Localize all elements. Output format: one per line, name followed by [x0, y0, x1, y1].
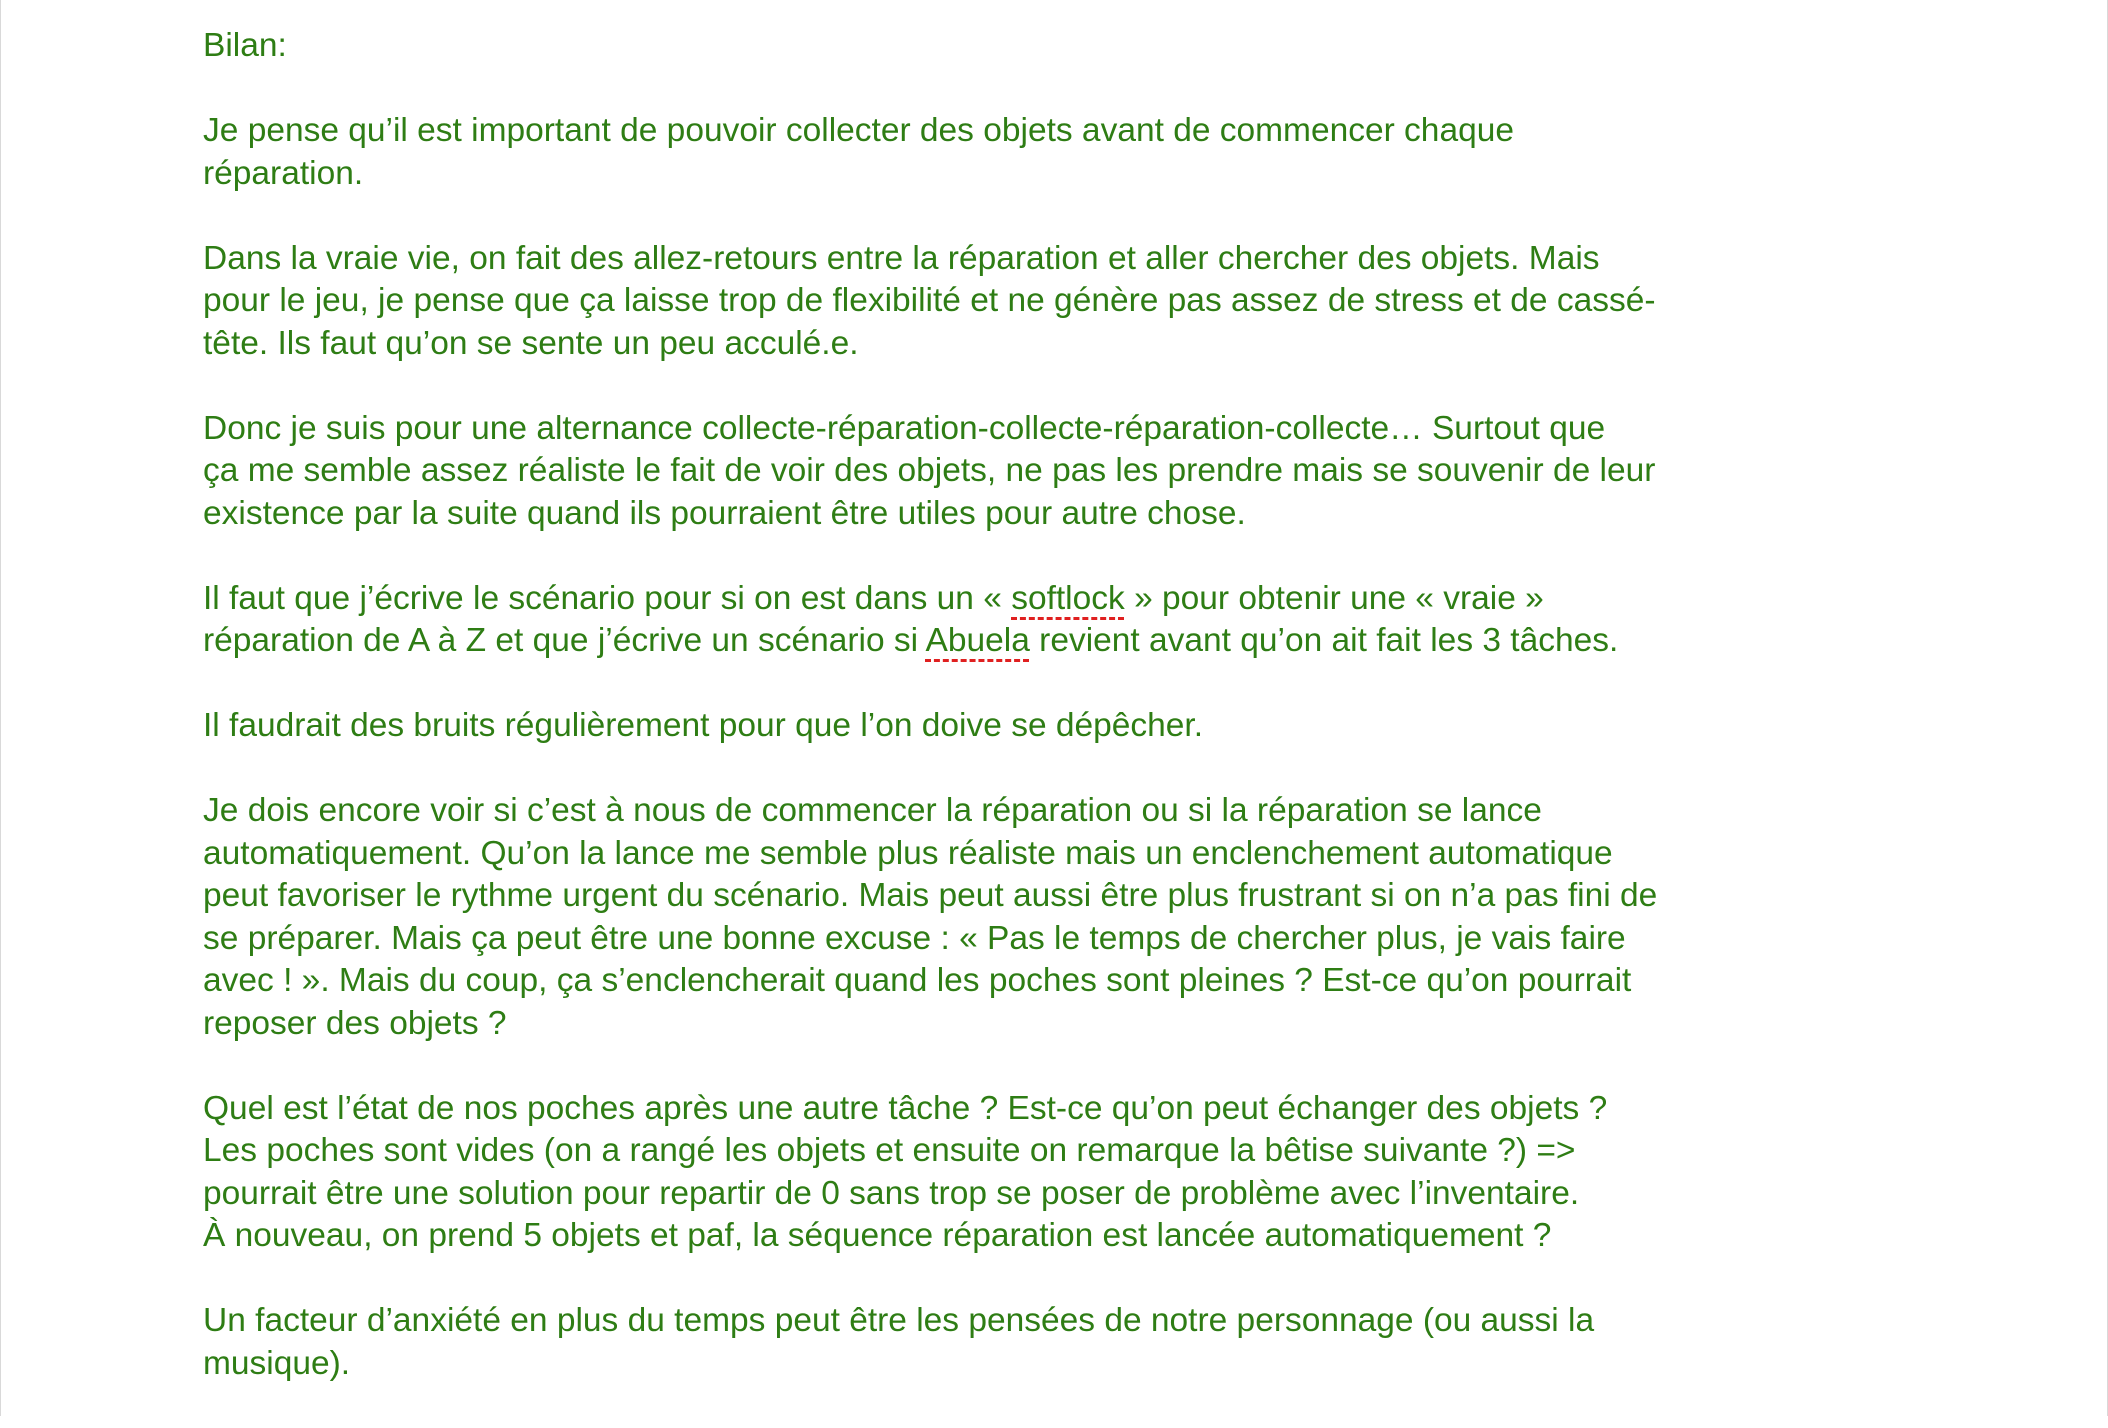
text-line: réparation de A à Z et que j’écrive un s…: [203, 622, 1619, 659]
paragraph-pockets: Quel est l’état de nos poches après une …: [203, 1088, 1933, 1258]
text-line: Il faudrait des bruits régulièrement pou…: [203, 707, 1204, 744]
paragraph-real-life: Dans la vraie vie, on fait des allez-ret…: [203, 238, 1933, 366]
text-line: réparation.: [203, 154, 364, 192]
text-line: ça me semble assez réaliste le fait de v…: [203, 452, 1656, 489]
text-line: tête. Ils faut qu’on se sente un peu acc…: [203, 324, 859, 362]
text-line: reposer des objets ?: [203, 1004, 507, 1042]
text-line: Quel est l’état de nos poches après une …: [203, 1089, 1608, 1127]
document-title: Bilan:: [203, 27, 287, 64]
spellcheck-flagged-word[interactable]: softlock: [1011, 580, 1125, 617]
document-page: Bilan: Je pense qu’il est important de p…: [0, 0, 2108, 1416]
text-line: À nouveau, on prend 5 objets et paf, la …: [203, 1217, 1552, 1254]
paragraph-anxiety: Un facteur d’anxiété en plus du temps pe…: [203, 1300, 1933, 1385]
text-line: musique).: [203, 1344, 351, 1382]
paragraph-scenario: Il faut que j’écrive le scénario pour si…: [203, 578, 1933, 663]
text-line: pour le jeu, je pense que ça laisse trop…: [203, 282, 1656, 319]
text-line: pourrait être une solution pour repartir…: [203, 1174, 1580, 1212]
spellcheck-flagged-word[interactable]: Abuela: [926, 622, 1030, 659]
document-body[interactable]: Bilan: Je pense qu’il est important de p…: [203, 25, 1933, 1428]
text-line: Donc je suis pour une alternance collect…: [203, 409, 1606, 447]
text-line: avec ! ». Mais du coup, ça s’enclenchera…: [203, 962, 1632, 999]
paragraph-repair-start: Je dois encore voir si c’est à nous de c…: [203, 790, 1933, 1045]
text-line: Les poches sont vides (on a rangé les ob…: [203, 1132, 1576, 1169]
text-line: se préparer. Mais ça peut être une bonne…: [203, 919, 1626, 957]
text-line: automatiquement. Qu’on la lance me sembl…: [203, 834, 1613, 872]
text-line: Il faut que j’écrive le scénario pour si…: [203, 579, 1544, 617]
paragraph-alternance: Donc je suis pour une alternance collect…: [203, 408, 1933, 536]
text-line: Dans la vraie vie, on fait des allez-ret…: [203, 239, 1600, 277]
text-line: existence par la suite quand ils pourrai…: [203, 494, 1246, 532]
text-line: Je pense qu’il est important de pouvoir …: [203, 112, 1514, 149]
text-line: Un facteur d’anxiété en plus du temps pe…: [203, 1302, 1595, 1339]
text-line: Je dois encore voir si c’est à nous de c…: [203, 792, 1542, 829]
text-line: peut favoriser le rythme urgent du scéna…: [203, 877, 1658, 914]
paragraph-noises: Il faudrait des bruits régulièrement pou…: [203, 705, 1933, 748]
paragraph-collect-before-repair: Je pense qu’il est important de pouvoir …: [203, 110, 1933, 195]
